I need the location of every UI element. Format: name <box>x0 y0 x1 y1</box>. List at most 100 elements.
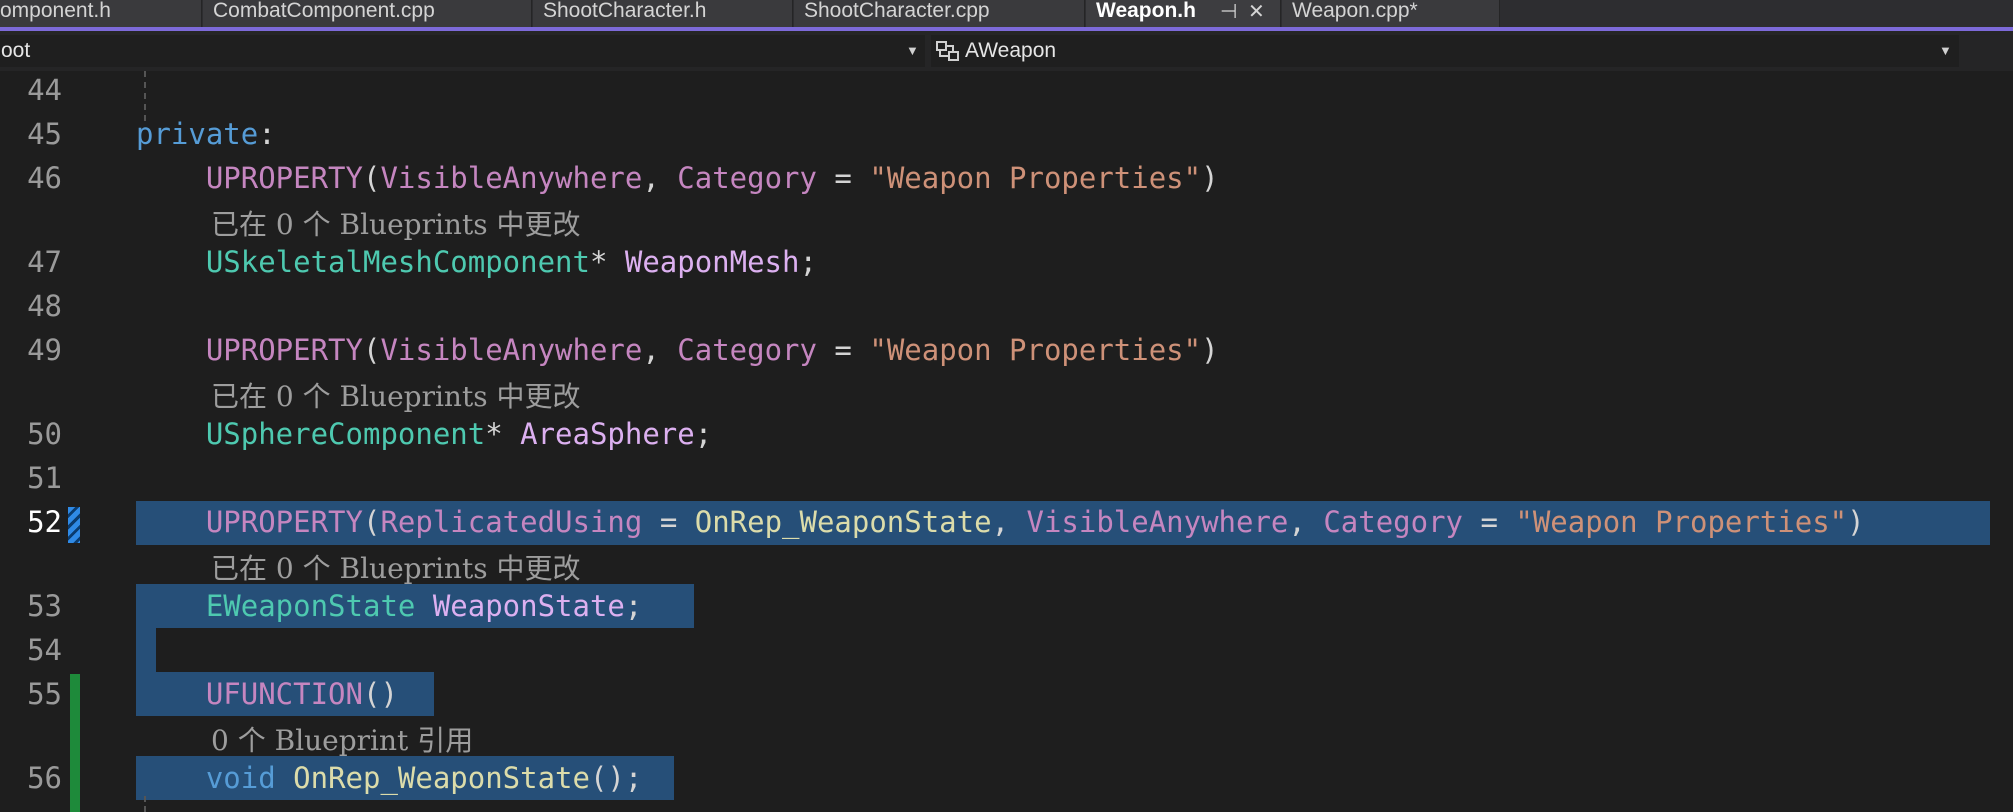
line-number: 46 <box>27 161 62 195</box>
punctuation: ( <box>362 333 381 367</box>
type-name: USkeletalMeshComponent <box>205 245 590 279</box>
punctuation: , <box>642 333 678 367</box>
change-marker-saved <box>70 674 80 812</box>
specifier: VisibleAnywhere <box>380 161 643 195</box>
change-marker-unsaved <box>68 507 80 543</box>
code-line-45: private: <box>136 117 276 151</box>
specifier: ReplicatedUsing <box>380 505 643 539</box>
line-number: 47 <box>27 245 62 279</box>
punctuation: = <box>642 505 695 539</box>
selection-line-54 <box>136 628 156 672</box>
punctuation: = <box>1463 505 1516 539</box>
line-number-current: 52 <box>27 505 62 539</box>
specifier: VisibleAnywhere <box>380 333 643 367</box>
specifier: Category <box>1323 505 1463 539</box>
keyword: void <box>205 761 276 795</box>
type-name: EWeaponState <box>205 589 416 623</box>
pin-icon[interactable]: ⊣ <box>1220 1 1237 23</box>
line-number: 50 <box>27 417 62 451</box>
macro-name: UPROPERTY <box>205 505 363 539</box>
line-number: 51 <box>27 461 62 495</box>
punctuation: : <box>258 117 276 151</box>
punctuation: , <box>642 161 678 195</box>
tab-label: ShootCharacter.cpp <box>804 0 990 22</box>
punctuation: (); <box>589 761 643 795</box>
line-number: 48 <box>27 289 62 323</box>
punctuation: ( <box>362 161 381 195</box>
punctuation: ; <box>624 589 643 623</box>
indent-guide <box>144 796 146 812</box>
member-dropdown[interactable]: AWeapon ▼ <box>931 35 1959 67</box>
punctuation <box>415 589 432 623</box>
tab-label: Weapon.h <box>1096 0 1196 22</box>
code-line-56: void OnRep_WeaponState(); <box>136 761 643 795</box>
chevron-down-icon: ▼ <box>1939 43 1952 58</box>
punctuation: ; <box>694 417 713 451</box>
punctuation: ) <box>1847 505 1865 539</box>
code-line-53: EWeaponState WeaponState; <box>136 589 643 623</box>
line-number: 54 <box>27 633 62 667</box>
line-number: 45 <box>27 117 62 151</box>
string-literal: "Weapon Properties" <box>869 333 1202 367</box>
type-name: USphereComponent <box>205 417 486 451</box>
punctuation <box>276 761 293 795</box>
line-number: 56 <box>27 761 62 795</box>
punctuation: = <box>816 161 870 195</box>
specifier: Category <box>677 161 817 195</box>
specifier: Category <box>677 333 817 367</box>
tab-label: CombatComponent.cpp <box>213 0 435 22</box>
function-name: OnRep_WeaponState <box>293 761 590 795</box>
line-number: 53 <box>27 589 62 623</box>
specifier: VisibleAnywhere <box>1026 505 1289 539</box>
macro-name: UFUNCTION <box>205 677 363 711</box>
punctuation: * <box>589 245 625 279</box>
punctuation: , <box>991 505 1027 539</box>
code-line-55: UFUNCTION() <box>136 677 398 711</box>
code-line-46: UPROPERTY(VisibleAnywhere, Category = "W… <box>136 161 1219 195</box>
chevron-down-icon: ▼ <box>906 43 919 58</box>
string-literal: "Weapon Properties" <box>1515 505 1848 539</box>
punctuation: , <box>1288 505 1324 539</box>
member-variable: WeaponMesh <box>624 245 800 279</box>
tab-shootcharacter-cpp[interactable]: ShootCharacter.cpp <box>794 0 1085 27</box>
tab-label: Weapon.cpp* <box>1292 0 1418 22</box>
function-name: OnRep_WeaponState <box>694 505 992 539</box>
tab-weapon-cpp[interactable]: Weapon.cpp* <box>1282 0 1500 27</box>
class-member-icon <box>936 41 959 61</box>
tab-shootcharacter-h[interactable]: ShootCharacter.h <box>533 0 793 27</box>
member-variable: AreaSphere <box>520 417 695 451</box>
close-icon[interactable]: ✕ <box>1248 1 1265 23</box>
tab-label: omponent.h <box>0 0 111 22</box>
document-tab-bar: omponent.h CombatComponent.cpp ShootChar… <box>0 0 2013 28</box>
codelens-blueprint-changes[interactable]: 已在 0 个 Blueprints 中更改 <box>211 375 580 415</box>
scope-dropdown[interactable]: oot ▼ <box>0 35 925 67</box>
punctuation: ( <box>362 505 381 539</box>
member-label: AWeapon <box>965 39 1057 62</box>
punctuation: = <box>816 333 870 367</box>
line-number: 44 <box>27 73 62 107</box>
punctuation: () <box>362 677 398 711</box>
member-variable: WeaponState <box>432 589 625 623</box>
code-line-50: USphereComponent* AreaSphere; <box>136 417 712 451</box>
access-specifier: private <box>136 117 259 151</box>
tab-component-h[interactable]: omponent.h <box>0 0 202 27</box>
punctuation: ; <box>799 245 817 279</box>
code-editor[interactable]: 44 45 46 47 48 49 50 51 52 53 54 55 56 p… <box>0 71 2013 812</box>
macro-name: UPROPERTY <box>205 333 363 367</box>
code-line-52: UPROPERTY(ReplicatedUsing = OnRep_Weapon… <box>136 505 1865 539</box>
code-line-49: UPROPERTY(VisibleAnywhere, Category = "W… <box>136 333 1219 367</box>
code-line-47: USkeletalMeshComponent* WeaponMesh; <box>136 245 817 279</box>
line-number: 49 <box>27 333 62 367</box>
string-literal: "Weapon Properties" <box>869 161 1202 195</box>
tab-label: ShootCharacter.h <box>543 0 707 22</box>
navigation-bar: oot ▼ AWeapon ▼ <box>0 31 2013 71</box>
line-number: 55 <box>27 677 62 711</box>
indent-guide <box>144 71 146 121</box>
tab-weapon-h[interactable]: Weapon.h ⊣ ✕ <box>1086 0 1281 27</box>
punctuation: ) <box>1201 333 1219 367</box>
codelens-blueprint-changes[interactable]: 已在 0 个 Blueprints 中更改 <box>211 203 580 243</box>
codelens-blueprint-references[interactable]: 0 个 Blueprint 引用 <box>211 719 473 759</box>
punctuation: ) <box>1201 161 1219 195</box>
tab-combatcomponent-cpp[interactable]: CombatComponent.cpp <box>203 0 532 27</box>
codelens-blueprint-changes[interactable]: 已在 0 个 Blueprints 中更改 <box>211 547 580 587</box>
